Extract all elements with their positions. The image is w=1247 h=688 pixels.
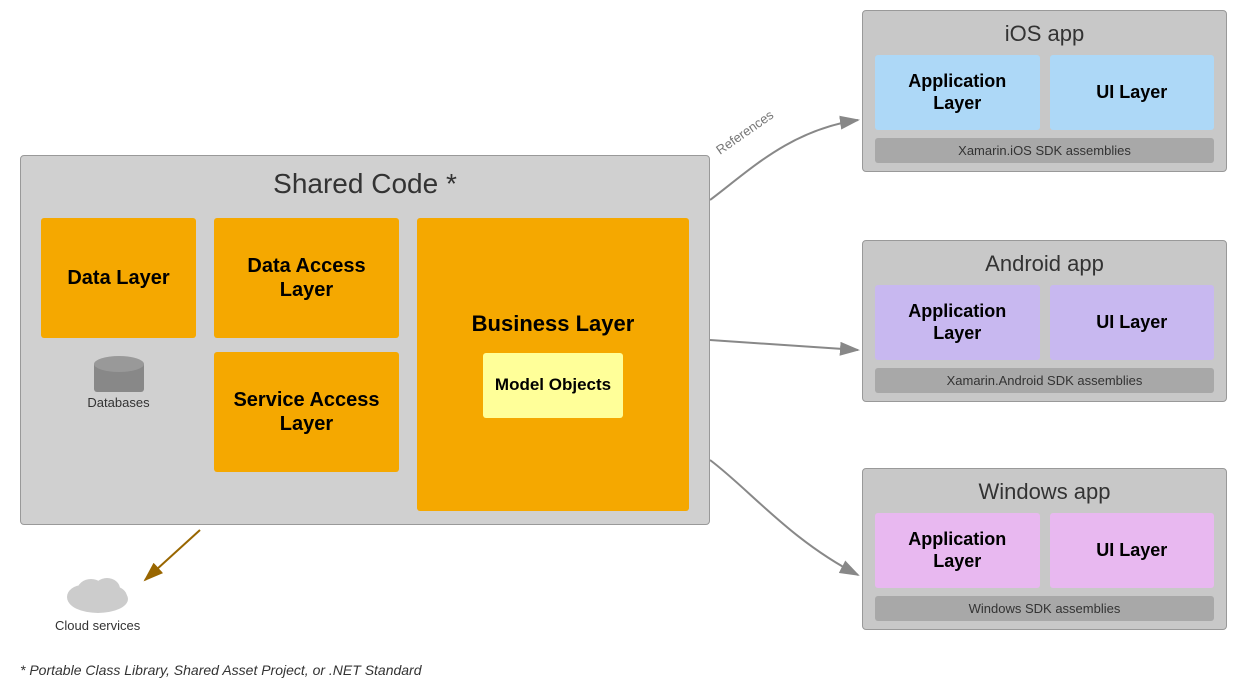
android-sdk-bar: Xamarin.Android SDK assemblies	[875, 368, 1214, 393]
ios-ui-layer-box: UI Layer	[1050, 55, 1215, 130]
ios-sdk-bar: Xamarin.iOS SDK assemblies	[875, 138, 1214, 163]
db-top	[94, 356, 144, 372]
windows-ui-layer-label: UI Layer	[1096, 540, 1167, 562]
ios-app-box: iOS app ApplicationLayer UI Layer Xamari…	[862, 10, 1227, 172]
android-application-layer-label: ApplicationLayer	[908, 301, 1006, 344]
android-ui-layer-label: UI Layer	[1096, 312, 1167, 334]
data-access-layer-box: Data AccessLayer	[214, 218, 399, 338]
shared-code-inner: Data Layer Databases Data AccessLayer	[21, 208, 709, 521]
shared-code-box: Shared Code * Data Layer Databases	[20, 155, 710, 525]
left-col: Data Layer Databases	[41, 218, 196, 511]
service-access-layer-box: Service AccessLayer	[214, 352, 399, 472]
windows-ui-layer-box: UI Layer	[1050, 513, 1215, 588]
android-app-layers: ApplicationLayer UI Layer	[863, 285, 1226, 368]
data-access-layer-label: Data AccessLayer	[247, 254, 365, 302]
footer-note: * Portable Class Library, Shared Asset P…	[20, 662, 422, 678]
android-application-layer-box: ApplicationLayer	[875, 285, 1040, 360]
business-layer-label: Business Layer	[472, 311, 635, 337]
windows-app-box: Windows app ApplicationLayer UI Layer Wi…	[862, 468, 1227, 630]
windows-application-layer-label: ApplicationLayer	[908, 529, 1006, 572]
ios-application-layer-box: ApplicationLayer	[875, 55, 1040, 130]
ios-app-layers: ApplicationLayer UI Layer	[863, 55, 1226, 138]
service-access-layer-label: Service AccessLayer	[233, 388, 379, 436]
cloud-container: Cloud services	[55, 569, 140, 633]
shared-code-title: Shared Code *	[21, 156, 709, 208]
android-app-title: Android app	[863, 241, 1226, 285]
ios-ui-layer-label: UI Layer	[1096, 82, 1167, 104]
svg-text:References: References	[713, 107, 776, 158]
middle-col: Data AccessLayer Service AccessLayer	[214, 218, 399, 511]
windows-sdk-bar: Windows SDK assemblies	[875, 596, 1214, 621]
model-objects-label: Model Objects	[495, 375, 611, 395]
ios-application-layer-label: ApplicationLayer	[908, 71, 1006, 114]
ios-app-title: iOS app	[863, 11, 1226, 55]
windows-app-title: Windows app	[863, 469, 1226, 513]
cloud-icon	[63, 569, 133, 614]
data-layer-label: Data Layer	[67, 266, 169, 290]
diagram-container: References Shared Code * Data Layer Data…	[0, 0, 1247, 688]
databases-label: Databases	[87, 395, 149, 410]
android-app-box: Android app ApplicationLayer UI Layer Xa…	[862, 240, 1227, 402]
model-objects-box: Model Objects	[483, 353, 623, 418]
windows-application-layer-box: ApplicationLayer	[875, 513, 1040, 588]
business-layer-box: Business Layer Model Objects	[417, 218, 689, 511]
right-col: Business Layer Model Objects	[417, 218, 689, 511]
cloud-services-label: Cloud services	[55, 618, 140, 633]
android-ui-layer-box: UI Layer	[1050, 285, 1215, 360]
windows-app-layers: ApplicationLayer UI Layer	[863, 513, 1226, 596]
database-icon-group: Databases	[87, 356, 149, 410]
data-layer-box: Data Layer	[41, 218, 196, 338]
database-cylinder	[94, 356, 144, 391]
